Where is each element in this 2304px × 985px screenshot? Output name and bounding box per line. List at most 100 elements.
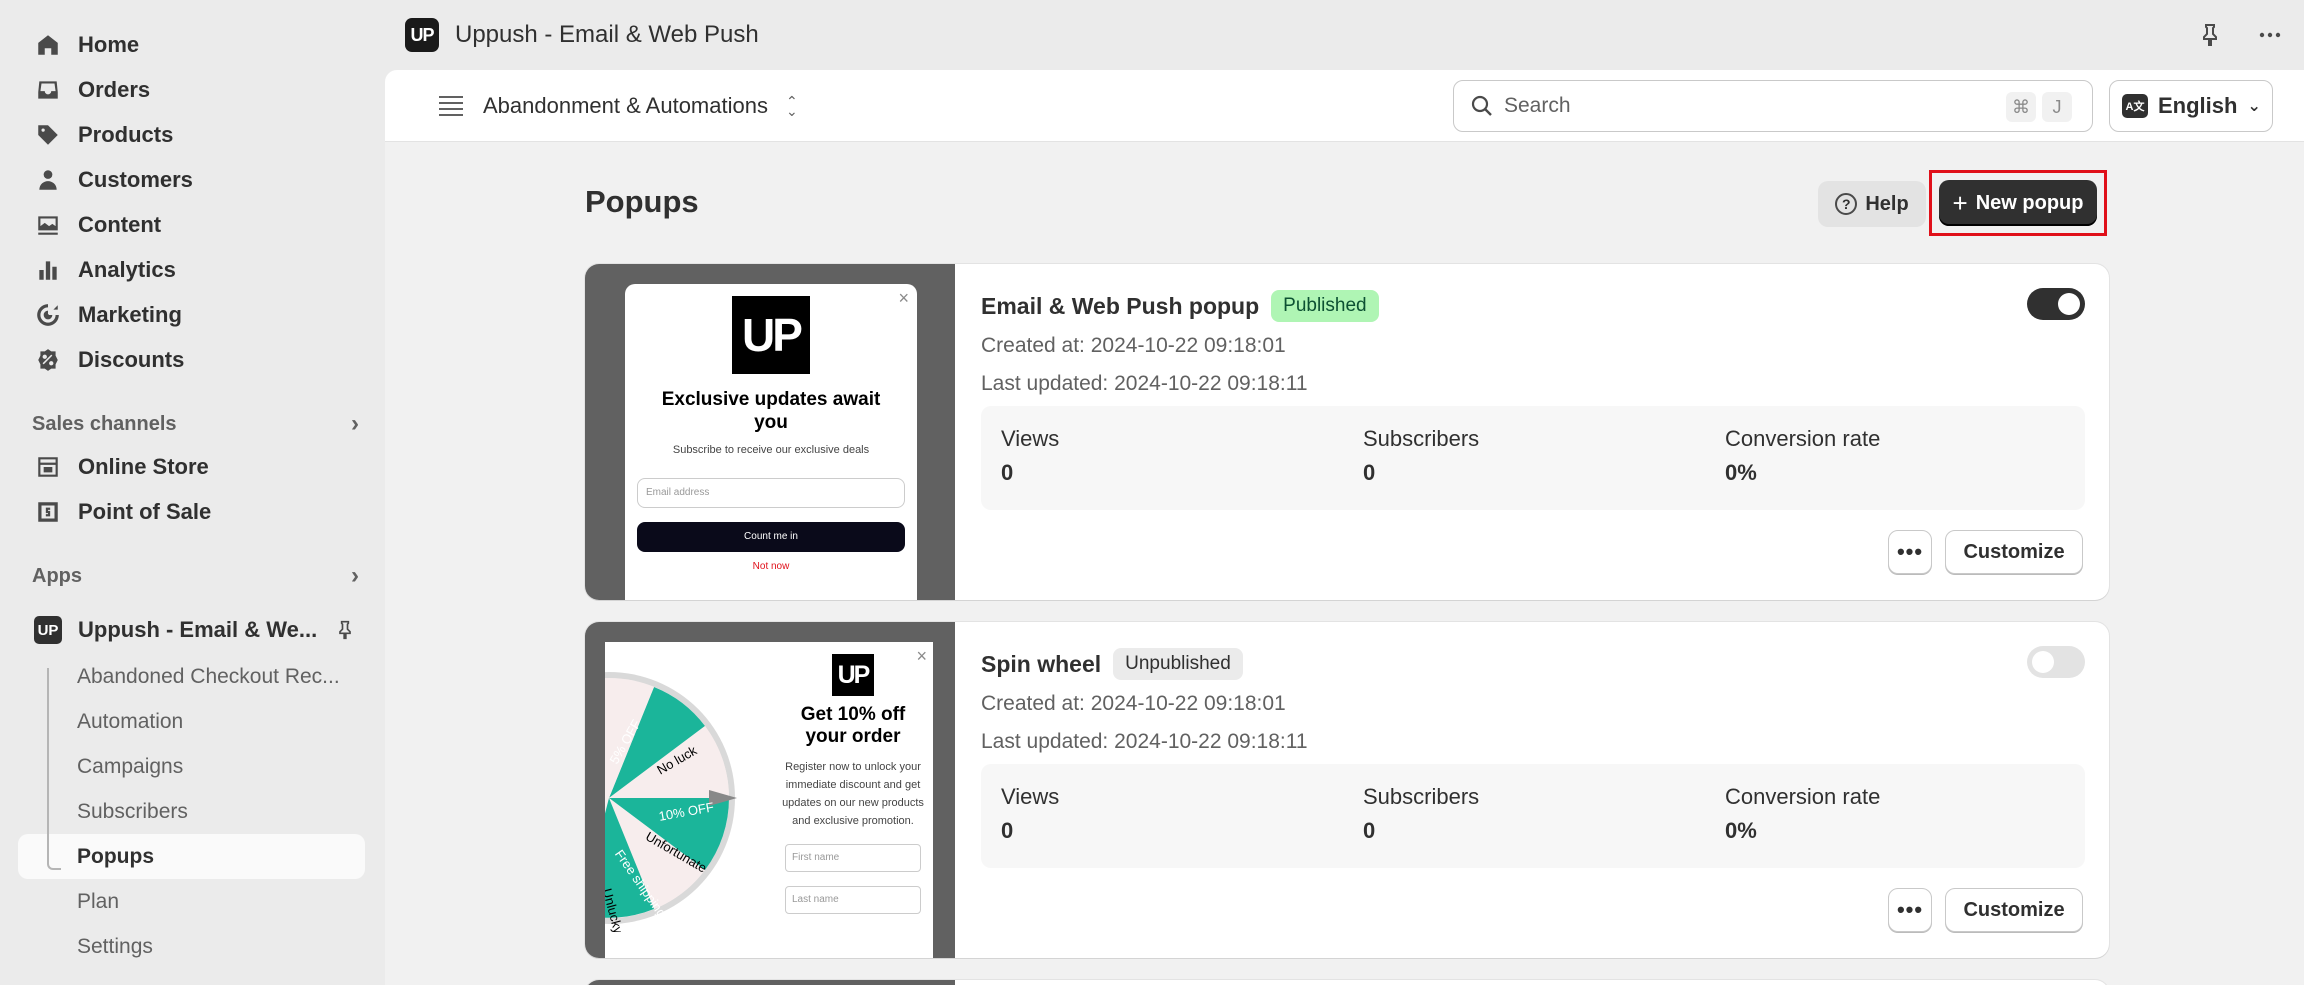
nav-label: Point of Sale — [78, 498, 212, 524]
preview-email-field: Email address — [637, 478, 905, 508]
popup-card: × UP Exclusive updates await you Subscri… — [585, 264, 2109, 600]
popup-preview — [585, 980, 955, 985]
chevron-updown-icon: ⌃ ⌄ — [785, 92, 798, 119]
status-badge: Published — [1271, 290, 1379, 322]
target-icon — [34, 301, 62, 329]
sidebar-item-campaigns[interactable]: Campaigns — [0, 744, 385, 789]
nav-products[interactable]: Products — [0, 112, 385, 157]
chevron-right-icon: › — [351, 410, 359, 437]
content-panel: Abandonment & Automations ⌃ ⌄ Search ⌘ J … — [385, 70, 2304, 985]
preview-form: UP Get 10% off your order Register now t… — [779, 654, 927, 914]
apps-header[interactable]: Apps › — [0, 556, 385, 596]
section-selector[interactable]: Abandonment & Automations ⌃ ⌄ — [483, 93, 798, 119]
preview-cta: Count me in — [637, 522, 905, 552]
stat-conversion-rate: Conversion rate 0% — [1725, 784, 1881, 843]
popup-preview[interactable]: × UP Exclusive updates await you Subscri… — [585, 264, 955, 600]
tree-hook — [47, 858, 61, 870]
created-at: Created at: 2024-10-22 09:18:01 — [981, 334, 1286, 357]
page-title: Popups — [585, 184, 699, 219]
nav-home[interactable]: Home — [0, 22, 385, 67]
nav-content[interactable]: Content — [0, 202, 385, 247]
last-updated: Last updated: 2024-10-22 09:18:11 — [981, 372, 1308, 395]
uppush-logo-icon: UP — [732, 296, 810, 374]
nav-customers[interactable]: Customers — [0, 157, 385, 202]
last-updated: Last updated: 2024-10-22 09:18:11 — [981, 730, 1308, 753]
nav-analytics[interactable]: Analytics — [0, 247, 385, 292]
stats-panel: Views 0 Subscribers 0 Conversion rate 0% — [981, 764, 2085, 868]
preview-subtext: Register now to unlock your immediate di… — [782, 761, 924, 827]
chevron-down-icon: ⌄ — [2247, 98, 2261, 115]
customize-button[interactable]: Customize — [1945, 888, 2083, 932]
app-subbar: Abandonment & Automations ⌃ ⌄ Search ⌘ J … — [385, 70, 2304, 142]
sidebar: Home Orders Products Customers Content A… — [0, 0, 385, 985]
plus-icon: + — [1952, 187, 1968, 218]
pin-icon[interactable] — [2198, 23, 2222, 47]
more-actions-button[interactable]: ••• — [1888, 888, 1932, 932]
preview-dismiss: Not now — [752, 561, 790, 572]
nav-discounts[interactable]: Discounts — [0, 337, 385, 382]
menu-icon[interactable] — [439, 95, 463, 116]
preview-last-name-field: Last name — [785, 886, 921, 914]
stat-views: Views 0 — [1001, 426, 1060, 485]
stat-subscribers: Subscribers 0 — [1363, 784, 1480, 843]
more-actions-button[interactable]: ••• — [1888, 530, 1932, 574]
sidebar-item-automation[interactable]: Automation — [0, 699, 385, 744]
nav-label: Online Store — [78, 453, 209, 479]
app-uppush[interactable]: UP Uppush - Email & We... — [0, 606, 385, 654]
nav-label: Analytics — [78, 256, 176, 282]
tree-line — [47, 668, 49, 860]
sales-channels-header[interactable]: Sales channels › — [0, 404, 385, 444]
top-bar: UP Uppush - Email & Web Push — [385, 0, 2304, 70]
command-key-icon: ⌘ — [2006, 92, 2036, 122]
sidebar-item-plan[interactable]: Plan — [0, 879, 385, 924]
popup-name-row: Email & Web Push popup Published — [981, 290, 1379, 322]
sidebar-item-subscribers[interactable]: Subscribers — [0, 789, 385, 834]
popup-card-partial — [585, 980, 2109, 985]
nav-label: Customers — [78, 166, 193, 192]
nav-label: Content — [78, 211, 162, 237]
language-selector[interactable]: A文 English ⌄ — [2109, 80, 2273, 132]
nav-label: Orders — [78, 76, 151, 102]
popup-preview[interactable]: 5% OFF No luck 10% OFF Unfortunate Free … — [585, 622, 955, 958]
nav-marketing[interactable]: Marketing — [0, 292, 385, 337]
sidebar-item-settings[interactable]: Settings — [0, 924, 385, 969]
uppush-logo-icon: UP — [832, 654, 874, 696]
bar-chart-icon — [34, 256, 62, 284]
person-icon — [34, 166, 62, 194]
close-icon: × — [898, 288, 909, 308]
inbox-icon — [34, 76, 62, 104]
pin-icon[interactable] — [335, 619, 355, 641]
discount-icon — [34, 346, 62, 374]
nav-label: Products — [78, 121, 174, 147]
popup-name: Spin wheel — [981, 650, 1102, 677]
pos-icon — [34, 498, 62, 526]
app-title: Uppush - Email & Web Push — [455, 21, 759, 48]
store-icon — [34, 453, 62, 481]
chevron-right-icon: › — [351, 562, 359, 589]
shortcut-key: J — [2042, 92, 2072, 122]
translate-icon: A文 — [2122, 94, 2148, 118]
customize-button[interactable]: Customize — [1945, 530, 2083, 574]
uppush-logo-icon: UP — [34, 616, 62, 644]
nav-point-of-sale[interactable]: Point of Sale — [0, 489, 385, 534]
publish-toggle[interactable] — [2027, 288, 2085, 320]
nav-label: Marketing — [78, 301, 182, 327]
search-input[interactable]: Search ⌘ J — [1453, 80, 2093, 132]
sidebar-item-popups[interactable]: Popups — [18, 834, 365, 879]
stat-views: Views 0 — [1001, 784, 1060, 843]
sidebar-item-abandoned-checkout[interactable]: Abandoned Checkout Rec... — [0, 654, 385, 699]
nav-orders[interactable]: Orders — [0, 67, 385, 112]
help-button[interactable]: ? Help — [1818, 181, 1926, 227]
spin-wheel-graphic: 5% OFF No luck 10% OFF Unfortunate Free … — [605, 672, 737, 932]
app-name: Uppush - Email & We... — [78, 617, 318, 642]
uppush-logo-icon: UP — [405, 18, 439, 52]
nav-online-store[interactable]: Online Store — [0, 444, 385, 489]
popup-card: 5% OFF No luck 10% OFF Unfortunate Free … — [585, 622, 2109, 958]
more-horizontal-icon[interactable] — [2258, 23, 2282, 47]
publish-toggle[interactable] — [2027, 646, 2085, 678]
tag-icon — [34, 121, 62, 149]
preview-heading: Get 10% off your order — [800, 704, 906, 747]
stats-panel: Views 0 Subscribers 0 Conversion rate 0% — [981, 406, 2085, 510]
stat-conversion-rate: Conversion rate 0% — [1725, 426, 1881, 485]
new-popup-button[interactable]: + New popup — [1939, 180, 2097, 226]
